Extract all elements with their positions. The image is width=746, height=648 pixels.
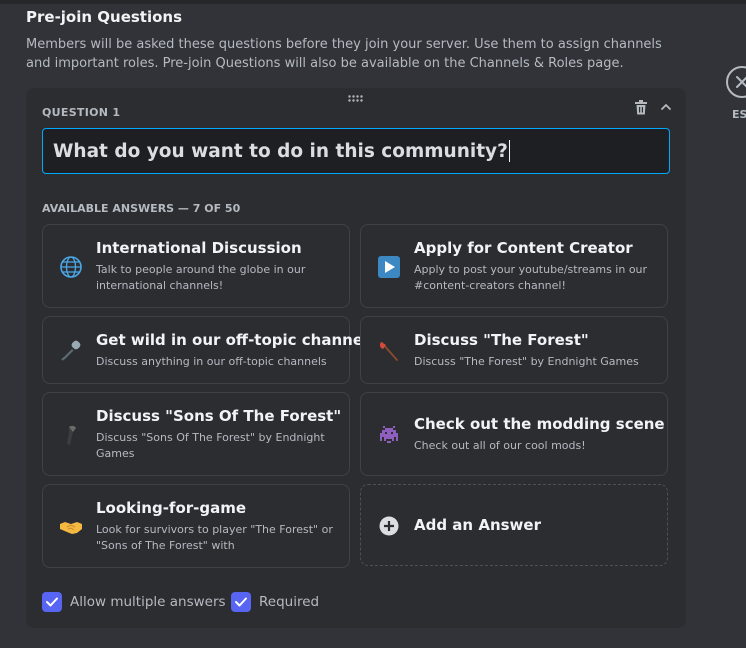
section-description: Members will be asked these questions be… (26, 37, 662, 71)
microphone-icon (61, 340, 81, 361)
plus-circle-icon (379, 516, 399, 536)
answer-description: Talk to people around the globe in our i… (96, 263, 306, 292)
add-answer-button[interactable]: Add an Answer (360, 484, 668, 566)
answer-looking-for-game[interactable]: Looking-for-game Look for survivors to p… (42, 484, 350, 568)
allow-multiple-label: Allow multiple answers (70, 594, 226, 610)
required-checkbox[interactable] (231, 592, 251, 612)
trash-icon[interactable] (634, 100, 648, 115)
club-icon (67, 425, 76, 445)
esc-label: ES (732, 108, 746, 121)
question-label: QUESTION 1 (42, 106, 121, 119)
section-title: Pre-join Questions (26, 8, 183, 26)
answer-title: Get wild in our off-topic channels (96, 331, 378, 349)
text-caret (508, 140, 510, 162)
checkmark-icon (46, 597, 58, 607)
play-button-icon (378, 256, 400, 278)
answer-description: Check out all of our cool mods! (414, 439, 586, 452)
globe-icon (60, 256, 82, 278)
answer-description: Discuss anything in our off-topic channe… (96, 355, 327, 368)
available-answers-label: AVAILABLE ANSWERS — 7 OF 50 (42, 202, 241, 215)
answer-apply-content-creator[interactable]: Apply for Content Creator Apply to post … (360, 224, 668, 308)
answer-title: Discuss "The Forest" (414, 331, 589, 349)
required-label: Required (259, 594, 320, 610)
answer-title: International Discussion (96, 239, 302, 257)
close-icon (736, 76, 746, 88)
answer-modding-scene[interactable]: Check out the modding scene Check out al… (360, 392, 668, 476)
drag-handle-icon[interactable] (348, 95, 364, 102)
add-answer-label: Add an Answer (414, 516, 541, 534)
answer-international-discussion[interactable]: International Discussion Talk to people … (42, 224, 350, 308)
answer-description: Apply to post your youtube/streams in ou… (414, 263, 648, 292)
allow-multiple-checkbox[interactable] (42, 592, 62, 612)
question-input[interactable]: What do you want to do in this community… (42, 128, 670, 174)
answer-description: Discuss "The Forest" by Endnight Games (414, 355, 639, 368)
answer-description: Discuss "Sons Of The Forest" by Endnight… (96, 431, 325, 460)
answer-title: Check out the modding scene (414, 415, 665, 433)
space-invader-icon (380, 426, 398, 443)
checkmark-icon (235, 597, 247, 607)
answer-title: Apply for Content Creator (414, 239, 633, 257)
answer-description: Look for survivors to player "The Forest… (96, 523, 333, 552)
handshake-icon (60, 522, 82, 534)
answer-off-topic[interactable]: Get wild in our off-topic channels Discu… (42, 316, 377, 384)
answer-title: Looking-for-game (96, 499, 247, 517)
question-input-text: What do you want to do in this community… (53, 140, 508, 162)
answer-sons-of-the-forest[interactable]: Discuss "Sons Of The Forest" Discuss "So… (42, 392, 350, 476)
answer-title: Discuss "Sons Of The Forest" (96, 407, 342, 425)
axe-icon (379, 342, 398, 361)
question-card: QUESTION 1 What do you want to do in thi… (26, 88, 686, 628)
top-divider (0, 0, 746, 4)
answer-the-forest[interactable]: Discuss "The Forest" Discuss "The Forest… (360, 316, 668, 384)
chevron-up-icon[interactable] (660, 101, 672, 113)
close-button[interactable] (726, 66, 746, 98)
